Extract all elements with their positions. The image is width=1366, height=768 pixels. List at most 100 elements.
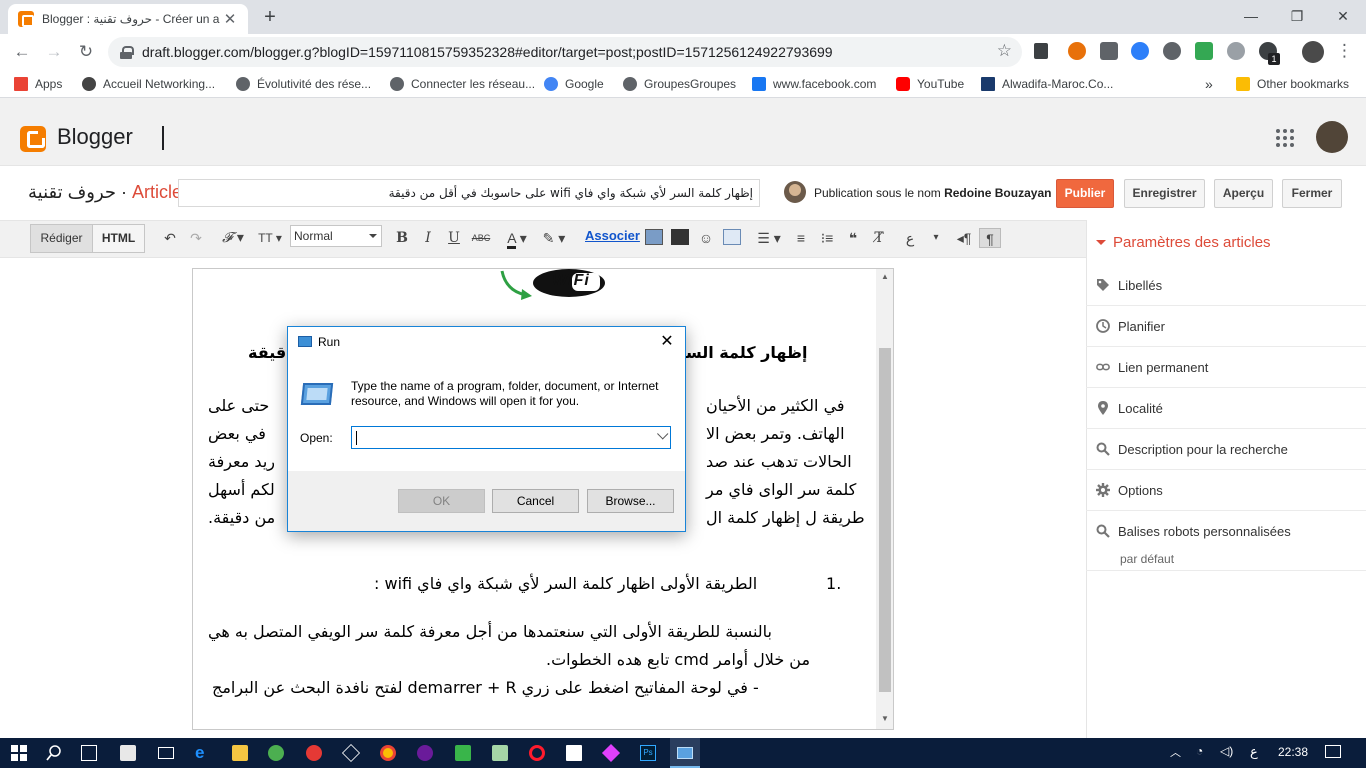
tab-close-icon[interactable]: ✕ bbox=[222, 10, 238, 28]
app-icon[interactable] bbox=[455, 745, 471, 761]
bookmark-evolutivite[interactable]: Évolutivité des rése... bbox=[236, 70, 371, 98]
chevron-down-icon[interactable] bbox=[657, 428, 669, 440]
cancel-button[interactable]: Cancel bbox=[492, 489, 579, 513]
fire-extension-icon[interactable] bbox=[1068, 42, 1086, 60]
blogger-logo-icon[interactable] bbox=[20, 126, 46, 152]
post-title-input[interactable]: إظهار كلمة السر لأي شبكة واي فاي wifi عل… bbox=[178, 179, 760, 207]
file-explorer-icon[interactable] bbox=[232, 745, 248, 761]
wifi-icon[interactable]: ◔ bbox=[1196, 744, 1203, 758]
bookmark-youtube[interactable]: YouTube bbox=[896, 70, 964, 98]
preview-button[interactable]: Aperçu bbox=[1214, 179, 1273, 208]
bookmark-facebook[interactable]: www.facebook.com bbox=[752, 70, 876, 98]
bookmark-groupes[interactable]: GroupesGroupes bbox=[623, 70, 736, 98]
scroll-up-icon[interactable]: ▲ bbox=[878, 272, 892, 284]
blog-name[interactable]: حروف تقنية bbox=[28, 182, 116, 202]
ok-button[interactable]: OK bbox=[398, 489, 485, 513]
bookmark-connecter[interactable]: Connecter les réseau... bbox=[390, 70, 535, 98]
font-family-icon[interactable]: 𝓕 ▾ bbox=[218, 228, 248, 248]
maximize-icon[interactable]: ❐ bbox=[1274, 0, 1320, 32]
strikethrough-icon[interactable]: ABC bbox=[470, 228, 492, 248]
ltr-icon[interactable]: ◂¶ bbox=[955, 228, 973, 248]
bookmark-alwadifa[interactable]: Alwadifa-Maroc.Co... bbox=[981, 70, 1113, 98]
sidebar-item-options[interactable]: Options bbox=[1086, 470, 1366, 511]
html-mode-button[interactable]: HTML bbox=[92, 224, 145, 253]
bookmark-star-icon[interactable]: ☆ bbox=[997, 41, 1012, 61]
account-avatar[interactable] bbox=[1316, 121, 1348, 153]
editor-scrollbar-thumb[interactable] bbox=[879, 348, 891, 692]
redo-icon[interactable]: ↷ bbox=[186, 228, 206, 248]
emoji-icon[interactable]: ☺ bbox=[697, 228, 715, 248]
undo-icon[interactable]: ↶ bbox=[160, 228, 180, 248]
sidebar-item-permalink[interactable]: Lien permanent bbox=[1086, 347, 1366, 388]
windows-start-icon[interactable] bbox=[11, 745, 27, 761]
format-select[interactable]: Normal bbox=[290, 225, 382, 247]
chrome-menu-icon[interactable]: ⋮ bbox=[1336, 41, 1353, 61]
app-icon[interactable] bbox=[492, 745, 508, 761]
mail-icon[interactable] bbox=[158, 747, 174, 759]
input-tools-dropdown-icon[interactable]: ▾ bbox=[928, 228, 944, 248]
bookmark-networking[interactable]: Accueil Networking... bbox=[82, 70, 215, 98]
browser-tab[interactable]: Blogger : حروف تقنية - Créer un a ✕ bbox=[8, 4, 248, 34]
bookmark-other[interactable]: Other bookmarks bbox=[1236, 70, 1349, 98]
compose-mode-button[interactable]: Rédiger bbox=[30, 224, 93, 253]
wifi-image[interactable]: WiFi bbox=[500, 269, 610, 301]
profile-avatar[interactable] bbox=[1302, 41, 1324, 63]
volume-icon[interactable]: ◁) bbox=[1220, 744, 1233, 758]
google-apps-icon[interactable] bbox=[1275, 128, 1295, 148]
jump-break-icon[interactable] bbox=[723, 229, 741, 245]
app-icon[interactable] bbox=[417, 745, 433, 761]
search-icon[interactable] bbox=[46, 745, 62, 761]
rss-extension-icon[interactable] bbox=[1163, 42, 1181, 60]
sidebar-item-search-description[interactable]: Description pour la recherche bbox=[1086, 429, 1366, 470]
publish-button[interactable]: Publier bbox=[1056, 179, 1114, 208]
sidebar-title[interactable]: Paramètres des articles bbox=[1113, 234, 1271, 251]
browse-button[interactable]: Browse... bbox=[587, 489, 674, 513]
rtl-icon[interactable]: ¶ bbox=[979, 228, 1001, 248]
insert-video-icon[interactable] bbox=[671, 229, 689, 245]
clock[interactable]: 22:38 bbox=[1278, 745, 1308, 759]
numbered-list-icon[interactable]: ≡ bbox=[792, 228, 810, 248]
font-size-icon[interactable]: TT ▾ bbox=[254, 228, 286, 248]
bold-icon[interactable]: B bbox=[393, 228, 411, 248]
scroll-down-icon[interactable]: ▼ bbox=[878, 714, 892, 726]
notepad-icon[interactable] bbox=[566, 745, 582, 761]
address-bar[interactable]: draft.blogger.com/blogger.g?blogID=15971… bbox=[108, 37, 1022, 67]
forward-arrow-icon[interactable]: → bbox=[42, 40, 66, 64]
new-tab-icon[interactable]: + bbox=[258, 5, 282, 29]
bulleted-list-icon[interactable]: ⁝≡ bbox=[818, 228, 836, 248]
highlight-color-icon[interactable]: ✎ ▾ bbox=[538, 228, 570, 248]
tray-chevron-icon[interactable]: ︿ bbox=[1170, 744, 1181, 760]
opera-icon[interactable] bbox=[529, 745, 545, 761]
chrome-icon[interactable] bbox=[380, 745, 396, 761]
reload-icon[interactable]: ↻ bbox=[74, 40, 98, 64]
save-button[interactable]: Enregistrer bbox=[1124, 179, 1205, 208]
tb-extension-icon[interactable] bbox=[1100, 42, 1118, 60]
notifications-icon[interactable] bbox=[1325, 745, 1341, 758]
close-button[interactable]: Fermer bbox=[1282, 179, 1342, 208]
bookmark-google[interactable]: Google bbox=[544, 70, 604, 98]
sidebar-item-location[interactable]: Localité bbox=[1086, 388, 1366, 429]
photoshop-icon[interactable]: Ps bbox=[640, 745, 656, 761]
underline-icon[interactable]: U bbox=[445, 228, 463, 248]
remove-formatting-icon[interactable]: T̸ bbox=[870, 228, 888, 248]
edge-icon[interactable]: e bbox=[195, 744, 211, 761]
run-dialog-titlebar[interactable]: Run bbox=[288, 327, 685, 357]
input-tools-icon[interactable]: ع bbox=[901, 228, 919, 248]
store-icon[interactable] bbox=[120, 745, 136, 761]
collapse-caret-icon[interactable] bbox=[1096, 240, 1106, 250]
question-extension-icon[interactable] bbox=[1195, 42, 1213, 60]
sidebar-item-labels[interactable]: Libellés bbox=[1086, 265, 1366, 306]
chat-extension-icon[interactable] bbox=[1227, 42, 1245, 60]
window-close-icon[interactable]: ✕ bbox=[1320, 0, 1366, 32]
minimize-icon[interactable]: — bbox=[1228, 0, 1274, 32]
run-close-icon[interactable]: ✕ bbox=[656, 331, 678, 353]
italic-icon[interactable]: I bbox=[419, 228, 437, 248]
download-extension-icon[interactable] bbox=[1034, 43, 1048, 59]
quote-icon[interactable]: ❝ bbox=[844, 228, 862, 248]
language-indicator[interactable]: ع bbox=[1250, 744, 1258, 760]
insert-image-icon[interactable] bbox=[645, 229, 663, 245]
align-icon[interactable]: ☰ ▾ bbox=[754, 228, 784, 248]
bookmarks-overflow-button[interactable]: » bbox=[1205, 70, 1213, 98]
bookmark-apps[interactable]: Apps bbox=[14, 70, 62, 98]
link-button[interactable]: Associer bbox=[585, 228, 640, 243]
